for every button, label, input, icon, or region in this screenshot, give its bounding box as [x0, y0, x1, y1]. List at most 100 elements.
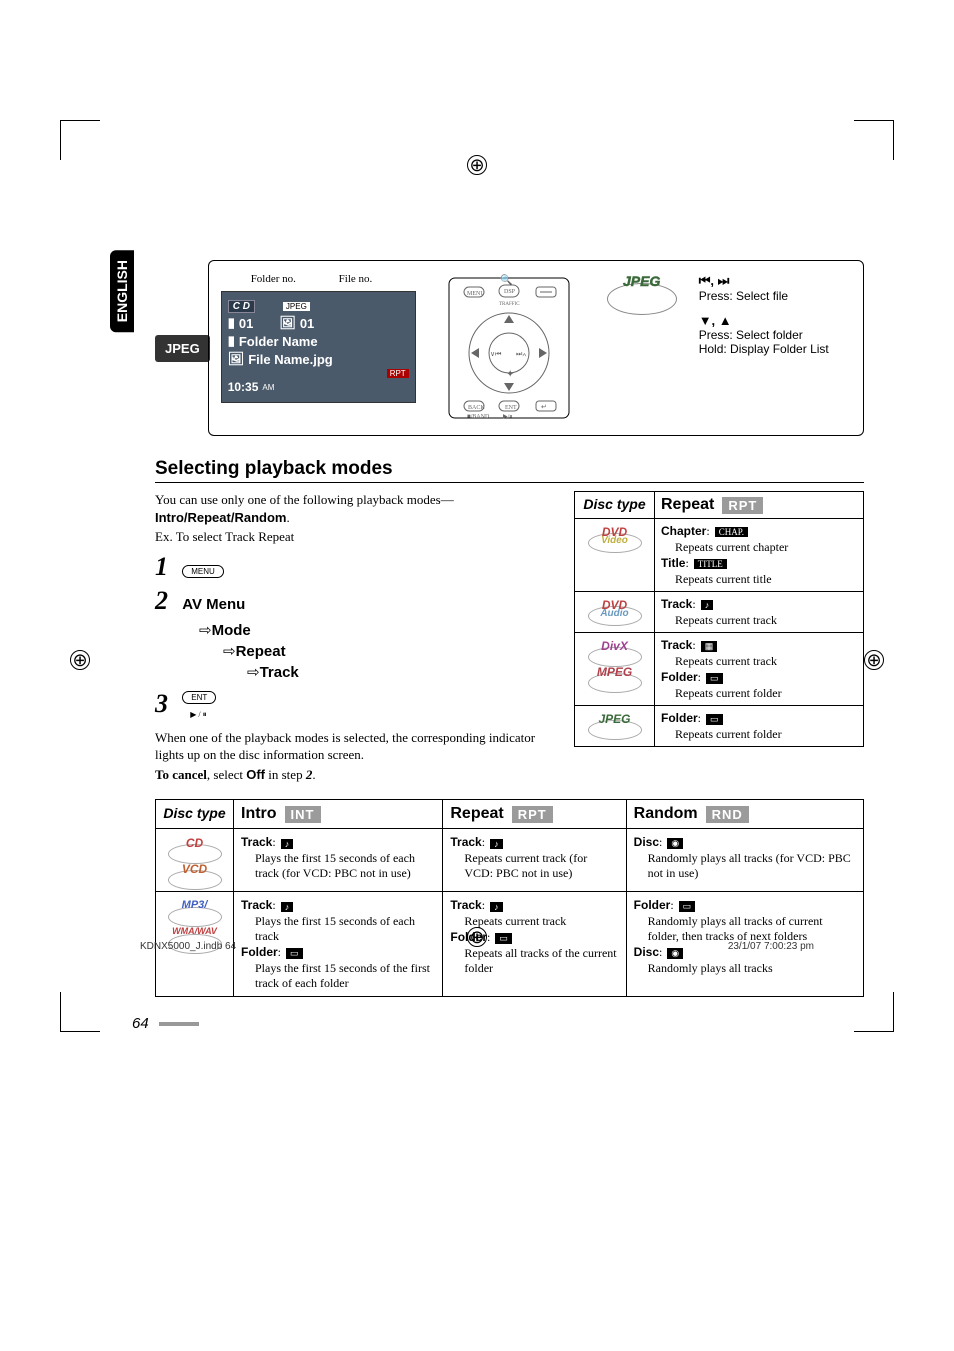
option: Folder: ▭	[241, 945, 435, 960]
option-desc: Plays the first 15 seconds of each track	[255, 914, 435, 944]
option: Folder: ▭	[661, 711, 857, 726]
prev-next-desc: Press: Select file	[699, 289, 845, 303]
disc-jpeg-badge: JPEG	[607, 273, 677, 315]
disc-badge: MPEG	[588, 665, 642, 687]
menu-l1: AV Menu	[182, 596, 245, 613]
disc-jpeg-label: JPEG	[623, 273, 660, 289]
option-desc: Repeats current title	[675, 572, 857, 587]
step-2-number: 2	[155, 586, 179, 616]
option: Track: ♪	[241, 898, 435, 913]
option-desc: Randomly plays all tracks of current fol…	[648, 914, 856, 944]
option: Folder: ▭	[634, 898, 856, 913]
updown-desc1: Press: Select folder	[699, 328, 845, 342]
lcd-area: Folder no. File no. C D JPEG ▮ 01 🖼 01	[221, 273, 421, 423]
option: Track: ♪	[241, 835, 435, 850]
lcd-folder-name: Folder Name	[239, 334, 318, 349]
lcd-rpt: RPT	[387, 369, 409, 378]
modes-table: Disc type IntroINTRepeatRPTRandomRND CD …	[155, 799, 864, 997]
ent-sub: ▶ / ⏸	[190, 710, 206, 719]
menu-button: MENU	[182, 565, 224, 578]
svg-text:▶/⏸: ▶/⏸	[503, 414, 512, 420]
svg-text:■/BAND: ■/BAND	[467, 414, 490, 420]
lcd-screen: C D JPEG ▮ 01 🖼 01 ▮ Folder Name	[221, 291, 416, 403]
option-desc: Plays the first 15 seconds of each track…	[255, 851, 435, 881]
crop-mark	[854, 120, 894, 160]
registration-mark	[467, 155, 487, 175]
svg-text:DSP: DSP	[504, 289, 516, 295]
option-desc: Repeats current track	[675, 654, 857, 669]
language-tab: ENGLISH	[110, 250, 134, 332]
lcd-folder-no: 01	[239, 316, 253, 331]
option-desc: Repeats current chapter	[675, 540, 857, 555]
step-1-number: 1	[155, 552, 179, 582]
option-desc: Repeats current folder	[675, 686, 857, 701]
crop-mark	[60, 992, 100, 1032]
updown-glyphs: ▼, ▲	[699, 313, 845, 328]
disc-badge: DivX	[588, 639, 642, 661]
disc-badge: JPEG	[588, 712, 642, 734]
cancel-text: To cancel, select Off in step 2.	[155, 766, 554, 784]
folder-icon: ▮	[228, 333, 235, 349]
lcd-ampm: AM	[262, 383, 274, 392]
svg-text:∨⏮: ∨⏮	[490, 350, 501, 358]
option: Track: ♪	[450, 898, 618, 913]
file-icon: 🖼	[228, 351, 245, 367]
option-desc: Randomly plays all tracks (for VCD: PBC …	[648, 851, 856, 881]
svg-text:✦: ✦	[506, 369, 514, 380]
prev-next-glyphs: ⏮, ⏭	[699, 273, 845, 289]
step-3-number: 3	[155, 689, 179, 719]
remote-diagram: ∨⏮ ⏭∧ MENU DSP 🔍 TRAFFIC BACK ■/BAND ENT…	[439, 273, 579, 423]
option: Folder: ▭	[661, 670, 857, 685]
registration-mark	[70, 650, 90, 670]
jpeg-section: JPEG Folder no. File no. C D JPEG ▮ 01	[155, 260, 864, 436]
lcd-labels: Folder no. File no.	[221, 273, 421, 285]
lcd-file-name: File Name.jpg	[248, 352, 333, 367]
registration-mark	[864, 650, 884, 670]
svg-text:⏭∧: ⏭∧	[516, 350, 527, 358]
label-folder-no: Folder no.	[251, 273, 296, 285]
svg-text:MENU: MENU	[467, 291, 485, 297]
svg-text:↵: ↵	[541, 403, 547, 411]
big-th-disc: Disc type	[156, 800, 234, 829]
option: Track: ♪	[450, 835, 618, 850]
label-file-no: File no.	[339, 273, 373, 285]
option-desc: Repeats current track	[675, 613, 857, 628]
option-desc: Repeats current folder	[675, 727, 857, 742]
disc-badge: VCD	[168, 862, 222, 884]
option-desc: Randomly plays all tracks	[648, 961, 856, 976]
updown-desc2: Hold: Display Folder List	[699, 342, 845, 356]
left-column: You can use only one of the following pl…	[155, 491, 554, 785]
disc-badge: CD	[168, 836, 222, 858]
disc-badge: DVDVideo	[588, 525, 642, 547]
repeat-th-disc: Disc type	[575, 492, 655, 519]
option-desc: Repeats current track (for VCD: PBC not …	[464, 851, 618, 881]
menu-tree: ⇨Mode ⇨Repeat ⇨Track	[183, 620, 554, 683]
jpeg-content: Folder no. File no. C D JPEG ▮ 01 🖼 01	[208, 260, 864, 436]
option: Title: TITLE	[661, 556, 857, 571]
after-steps-text: When one of the playback modes is select…	[155, 729, 554, 764]
folder-icon: ▮	[228, 315, 235, 331]
footer-left: KDNX5000_J.indb 64	[140, 941, 236, 952]
example-text: Ex. To select Track Repeat	[155, 528, 554, 546]
disc-icon-area: JPEG	[597, 273, 687, 423]
repeat-th-mode: Repeat	[661, 496, 714, 514]
footer-right: 23/1/07 7:00:23 pm	[728, 941, 814, 952]
ent-button: ENT	[182, 691, 216, 704]
disc-badge: DVDAudio	[588, 598, 642, 620]
remote-icon: ∨⏮ ⏭∧ MENU DSP 🔍 TRAFFIC BACK ■/BAND ENT…	[444, 273, 574, 423]
repeat-th-tag: RPT	[722, 497, 763, 514]
crop-mark	[60, 120, 100, 160]
registration-mark	[467, 927, 487, 947]
svg-text:TRAFFIC: TRAFFIC	[499, 302, 520, 307]
lcd-time: 10:35	[228, 380, 259, 394]
page-number: 64	[132, 1015, 864, 1032]
option: Chapter: CHAP.	[661, 524, 857, 539]
option: Track: ♪	[661, 597, 857, 612]
option: Disc: ◉	[634, 835, 856, 850]
intro-text: You can use only one of the following pl…	[155, 491, 554, 526]
right-column: Disc type Repeat RPT DVDVideo Chapter: C…	[574, 491, 864, 785]
svg-text:BACK: BACK	[468, 405, 485, 411]
lcd-format: JPEG	[283, 302, 310, 311]
file-icon: 🖼	[279, 315, 296, 331]
option-desc: Repeats current track	[464, 914, 618, 929]
